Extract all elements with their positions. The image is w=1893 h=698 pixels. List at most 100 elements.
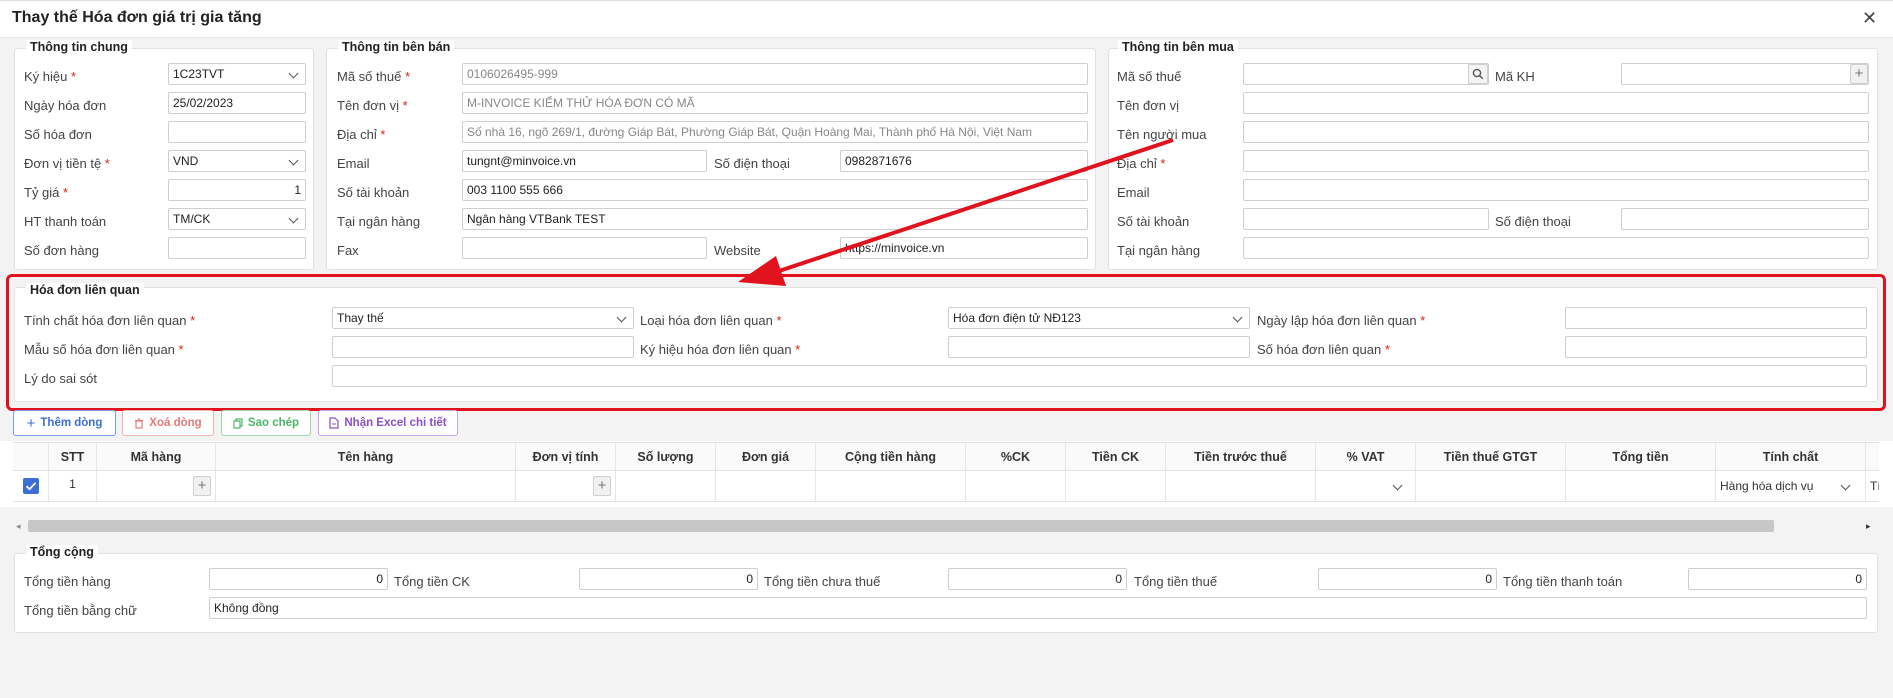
total-discount-field[interactable]: 0 <box>579 568 758 590</box>
delete-row-button[interactable]: Xoá dòng <box>122 410 214 436</box>
row-quantity[interactable] <box>616 471 716 501</box>
table-row[interactable]: 1 + + Hàng hóa dịch vụ Tính <box>13 471 1879 502</box>
close-icon[interactable]: ✕ <box>1862 8 1877 29</box>
chevron-down-icon <box>1840 480 1851 491</box>
add-unit-icon[interactable]: + <box>593 476 611 496</box>
seller-address-label: Địa chỉ * <box>337 127 386 142</box>
buyer-customer-code-field[interactable] <box>1621 63 1869 85</box>
buyer-tax-field[interactable] <box>1243 63 1489 85</box>
horizontal-scrollbar-thumb[interactable] <box>28 520 1774 532</box>
import-excel-button[interactable]: Nhận Excel chi tiết <box>318 410 458 436</box>
row-item-name[interactable] <box>216 471 516 501</box>
order-no-field[interactable] <box>168 237 306 259</box>
total-tax-field[interactable]: 0 <box>1318 568 1497 590</box>
add-customer-icon[interactable]: + <box>1850 64 1868 84</box>
row-amount[interactable] <box>816 471 966 501</box>
seller-fax-label: Fax <box>337 243 359 258</box>
row-vat-amount[interactable] <box>1416 471 1566 501</box>
seller-fax-field[interactable] <box>462 237 707 259</box>
scroll-right-icon[interactable]: ▸ <box>1866 521 1871 532</box>
grid-header-cell[interactable]: Tiền thuế GTGT <box>1416 443 1566 471</box>
chevron-down-icon <box>1392 480 1403 491</box>
total-payment-label: Tổng tiền thanh toán <box>1503 574 1623 589</box>
invoice-date-field[interactable]: 25/02/2023 <box>168 92 306 114</box>
grid-header-cell[interactable]: %CK <box>966 443 1066 471</box>
copy-icon <box>233 417 243 429</box>
buyer-bank-field[interactable] <box>1243 237 1869 259</box>
seller-email-field[interactable]: tungnt@minvoice.vn <box>462 150 707 172</box>
buyer-email-field[interactable] <box>1243 179 1869 201</box>
buyer-tax-label: Mã số thuế <box>1117 69 1182 84</box>
invoice-no-field[interactable] <box>168 121 306 143</box>
row-pretax[interactable] <box>1166 471 1316 501</box>
row-stt: 1 <box>49 471 97 501</box>
row-discount[interactable] <box>1066 471 1166 501</box>
grid-header-cell[interactable]: STT <box>49 443 97 471</box>
buyer-company-field[interactable] <box>1243 92 1869 114</box>
rate-field[interactable]: 1 <box>168 179 306 201</box>
currency-select[interactable]: VND <box>168 150 306 172</box>
title-bar <box>0 0 1893 38</box>
buyer-name-field[interactable] <box>1243 121 1869 143</box>
row-vat-select[interactable] <box>1316 471 1416 501</box>
row-item-code[interactable]: + <box>97 471 216 501</box>
payment-select[interactable]: TM/CK <box>168 208 306 230</box>
rate-label: Tỷ giá * <box>24 185 69 200</box>
grid-header-cell[interactable]: Tiền CK <box>1066 443 1166 471</box>
general-legend: Thông tin chung <box>26 40 132 54</box>
row-discount-pct[interactable] <box>966 471 1066 501</box>
scroll-left-icon[interactable]: ◂ <box>16 521 21 532</box>
add-item-icon[interactable]: + <box>193 476 211 496</box>
grid-header-cell[interactable]: Tính chất <box>1716 443 1866 471</box>
seller-bank-label: Tại ngân hàng <box>337 214 421 229</box>
chevron-down-icon <box>288 68 299 79</box>
grid-header-cell[interactable]: Tên hàng <box>216 443 516 471</box>
seller-tax-field[interactable]: 0106026495-999 <box>462 63 1088 85</box>
total-words-field[interactable]: Không đồng <box>209 597 1867 619</box>
copy-button[interactable]: Sao chép <box>221 410 311 436</box>
total-pretax-field[interactable]: 0 <box>948 568 1127 590</box>
total-tax-label: Tổng tiền thuế <box>1134 574 1218 589</box>
buyer-address-field[interactable] <box>1243 150 1869 172</box>
dialog-title: Thay thế Hóa đơn giá trị gia tăng <box>12 9 262 26</box>
buyer-customer-code-label: Mã KH <box>1495 69 1535 84</box>
seller-name-field[interactable]: M-INVOICE KIỂM THỬ HÓA ĐƠN CÓ MÃ <box>462 92 1088 114</box>
seller-legend: Thông tin bên bán <box>338 40 455 54</box>
buyer-company-label: Tên đơn vị <box>1117 98 1179 113</box>
grid-header: STT Mã hàng Tên hàng Đơn vị tính Số lượn… <box>13 442 1879 471</box>
buyer-legend: Thông tin bên mua <box>1118 40 1238 54</box>
search-icon[interactable] <box>1468 64 1488 84</box>
grid-select-header <box>13 443 49 471</box>
invoice-no-label: Số hóa đơn <box>24 127 92 142</box>
total-goods-field[interactable]: 0 <box>209 568 388 590</box>
add-row-button[interactable]: + Thêm dòng <box>13 410 116 436</box>
payment-label: HT thanh toán <box>24 214 107 229</box>
row-checkbox-cell <box>13 471 49 501</box>
row-unit[interactable]: + <box>516 471 616 501</box>
buyer-account-field[interactable] <box>1243 208 1489 230</box>
row-total[interactable] <box>1566 471 1716 501</box>
total-pretax-label: Tổng tiền chưa thuế <box>764 574 881 589</box>
grid-header-cell[interactable]: Mã hàng <box>97 443 216 471</box>
grid-header-cell[interactable]: Cộng tiền hàng <box>816 443 966 471</box>
currency-label: Đơn vị tiền tệ * <box>24 156 110 171</box>
total-payment-field[interactable]: 0 <box>1688 568 1867 590</box>
totals-legend: Tổng cộng <box>26 545 98 559</box>
symbol-select[interactable]: 1C23TVT <box>168 63 306 85</box>
grid-header-cell[interactable]: Số lượng <box>616 443 716 471</box>
buyer-phone-field[interactable] <box>1621 208 1869 230</box>
grid-header-cell[interactable]: Đơn giá <box>716 443 816 471</box>
grid-header-cell[interactable]: % VAT <box>1316 443 1416 471</box>
buyer-phone-label: Số điện thoại <box>1495 214 1571 229</box>
row-checkbox[interactable] <box>23 478 39 494</box>
grid-header-cell[interactable]: Tổng tiền <box>1566 443 1716 471</box>
row-unit-price[interactable] <box>716 471 816 501</box>
row-extra-cell: Tính <box>1870 479 1879 493</box>
file-icon <box>329 417 339 429</box>
totals-panel <box>14 553 1878 633</box>
order-no-label: Số đơn hàng <box>24 243 100 258</box>
grid-header-cell[interactable]: Tiền trước thuế <box>1166 443 1316 471</box>
row-nature-select[interactable]: Hàng hóa dịch vụ <box>1716 471 1866 501</box>
grid-header-cell[interactable]: Đơn vị tính <box>516 443 616 471</box>
total-words-label: Tổng tiền bằng chữ <box>24 603 137 618</box>
